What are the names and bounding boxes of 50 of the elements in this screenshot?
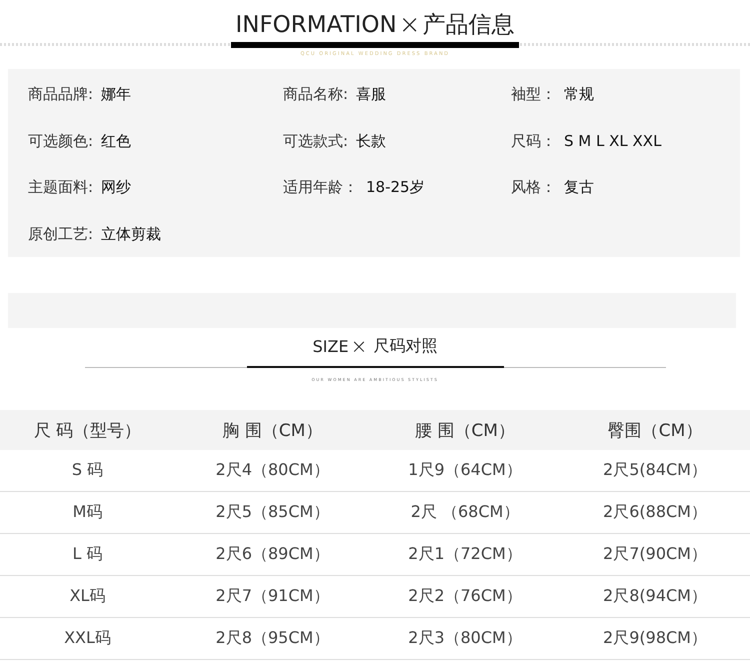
section-title-cn: 尺码对照	[373, 336, 438, 356]
info-value: 18-25岁	[366, 178, 425, 196]
table-cell-text: 2尺7(90CM）	[602, 544, 708, 565]
info-label: 风格：	[511, 178, 556, 196]
info-label: 可选款式:	[283, 132, 348, 150]
info-value: 网纱	[101, 178, 132, 196]
table-cell-text: 2尺4（80CM）	[214, 460, 330, 481]
table-cell-text: 2尺5（85CM）	[214, 502, 330, 523]
table-cell-text: 2尺7（91CM）	[214, 586, 330, 607]
info-value: 娜年	[101, 84, 132, 104]
table-cell-text: 2尺3（80CM）	[407, 628, 523, 649]
info-value: 复古	[564, 178, 594, 196]
info-label: 适用年龄：	[283, 178, 358, 196]
table-cell-text: L 码	[72, 544, 104, 565]
table-cell-text: 2尺6(88CM）	[602, 502, 708, 523]
column-header: 腰 围（CM）	[414, 420, 516, 442]
table-cell-text: 2尺6（89CM）	[214, 544, 330, 565]
column-header: 臀围（CM）	[606, 420, 704, 442]
info-label: 尺码：	[511, 132, 556, 150]
info-label: 商品名称:	[283, 84, 348, 104]
info-label: 可选颜色:	[28, 132, 94, 150]
cross-symbol: ×	[398, 10, 421, 40]
info-value: S M L XL XXL	[564, 132, 662, 150]
table-cell-text: S 码	[70, 460, 104, 481]
info-label: 袖型：	[511, 84, 556, 104]
cross-symbol: ×	[350, 334, 368, 358]
table-cell-text: XXL码	[63, 628, 112, 649]
table-cell-text: 2尺2（76CM）	[407, 586, 523, 607]
table-cell-text: 2尺8(94CM）	[602, 586, 708, 607]
info-label: 商品品牌:	[28, 84, 94, 104]
info-value: 红色	[101, 132, 132, 150]
info-label: 原创工艺:	[28, 224, 94, 244]
table-cell-text: 2尺5(84CM）	[602, 460, 708, 481]
column-header: 尺 码（型号）	[32, 420, 142, 442]
table-cell-text: XL码	[68, 586, 106, 607]
column-header: 胸 围（CM）	[222, 420, 324, 442]
table-cell-text: 2尺9(98CM）	[602, 628, 708, 649]
table-cell-text: 2尺8（95CM）	[214, 628, 330, 649]
section-title: SIZE	[312, 336, 349, 356]
info-value: 常规	[564, 84, 594, 104]
info-value: 长款	[356, 132, 386, 150]
section-title-cn: 产品信息	[422, 11, 515, 40]
info-label: 主题面料:	[28, 178, 94, 196]
table-cell-text: 1尺9（64CM）	[407, 460, 523, 481]
table-cell-text: M码	[72, 502, 104, 523]
table-cell-text: 2尺 （68CM）	[410, 502, 520, 523]
info-value: 喜服	[356, 84, 386, 104]
info-value: 立体剪裁	[101, 224, 162, 244]
section-title: INFORMATION	[235, 11, 397, 40]
table-cell-text: 2尺1（72CM）	[407, 544, 523, 565]
